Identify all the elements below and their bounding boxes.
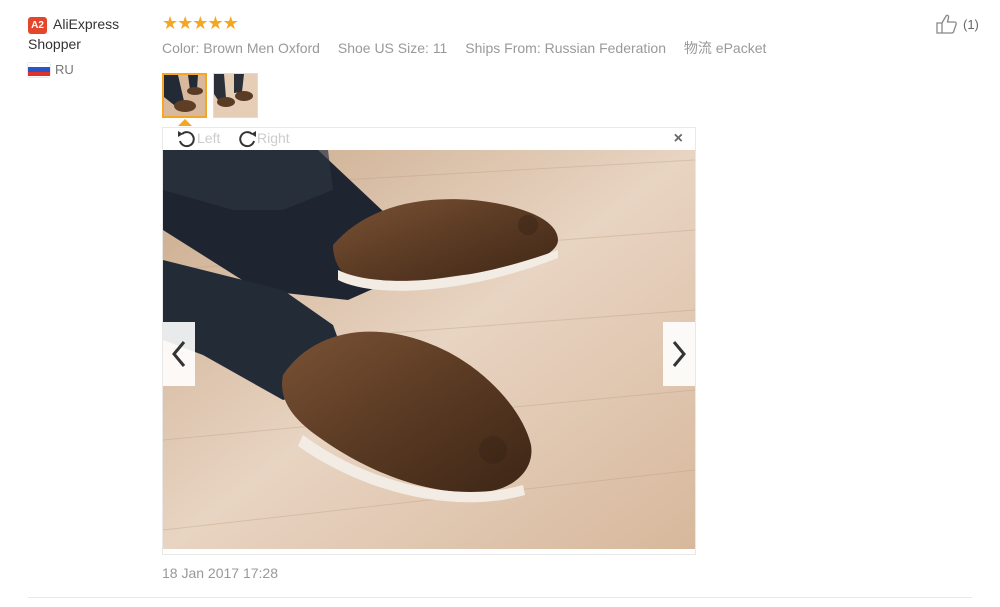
attr-ships-from: Ships From: Russian Federation <box>465 40 667 56</box>
shoes-photo <box>163 150 695 549</box>
star-icon: ★ <box>177 13 193 33</box>
close-icon[interactable]: × <box>674 130 683 148</box>
chevron-right-icon <box>672 341 686 367</box>
country-code: RU <box>55 62 74 77</box>
divider <box>28 597 972 598</box>
rating-stars: ★★★★★ <box>162 13 239 33</box>
selected-thumbnail-pointer <box>178 119 192 126</box>
attr-logistics: 物流 ePacket <box>683 40 767 56</box>
next-photo-button[interactable] <box>663 322 695 386</box>
rotate-left-label: Left <box>197 130 221 146</box>
star-icon: ★ <box>207 13 223 33</box>
previous-photo-button[interactable] <box>163 322 195 386</box>
viewer-toolbar: Left Right × <box>163 128 695 150</box>
photo-thumbnail[interactable] <box>213 73 258 118</box>
thumbs-up-icon <box>936 14 957 34</box>
star-icon: ★ <box>192 13 208 33</box>
rotate-left-icon <box>178 131 195 148</box>
shoe-photo-thumbnail <box>164 75 205 116</box>
star-icon: ★ <box>162 13 178 33</box>
chevron-left-icon <box>172 341 186 367</box>
photo-thumbnail[interactable] <box>162 73 207 118</box>
rotate-right-button[interactable]: Right <box>235 128 290 148</box>
like-count: (1) <box>963 16 979 32</box>
order-attributes: Color: Brown Men Oxford Shoe US Size: 11… <box>162 38 780 58</box>
attr-size: Shoe US Size: 11 <box>337 40 448 56</box>
review-date: 18 Jan 2017 17:28 <box>162 565 278 581</box>
review-photo <box>163 150 695 549</box>
level-badge: A2 <box>28 17 47 34</box>
shoe-photo-thumbnail <box>214 74 257 117</box>
helpful-button[interactable]: (1) <box>936 14 979 34</box>
rotate-right-label: Right <box>257 130 290 146</box>
photo-viewer: Left Right × <box>162 127 696 555</box>
rotate-right-icon <box>239 131 256 148</box>
photo-thumbnails <box>162 73 258 118</box>
russia-flag-icon <box>28 62 50 77</box>
reviewer-info: A2 AliExpress Shopper RU <box>28 14 148 77</box>
rotate-left-button[interactable]: Left <box>175 128 220 148</box>
attr-color: Color: Brown Men Oxford <box>162 40 320 56</box>
star-icon: ★ <box>222 13 239 33</box>
reviewer-country: RU <box>28 62 148 77</box>
